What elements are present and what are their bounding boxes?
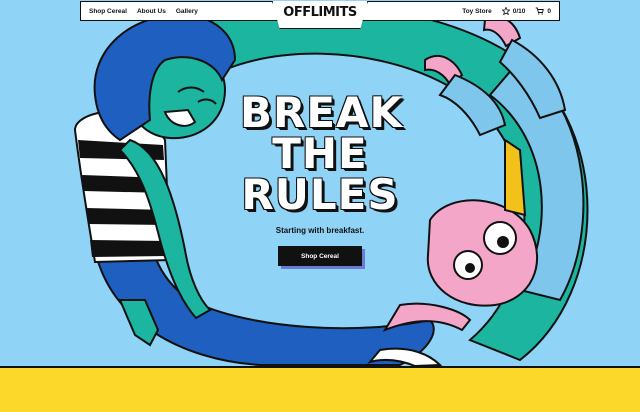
nav-gallery-link[interactable]: Gallery [176, 8, 198, 15]
logo-tab[interactable]: OFFLIMITS [272, 1, 368, 29]
brand-logo[interactable]: OFFLIMITS [283, 5, 357, 20]
shop-cereal-button[interactable]: Shop Cereal [278, 246, 362, 266]
nav-toy-store-link[interactable]: Toy Store [462, 8, 492, 15]
points-text: 0/10 [512, 7, 526, 15]
nav-utilities: Toy Store 0/10 0 [462, 7, 551, 15]
yellow-section [0, 366, 640, 412]
nav-links: Shop Cereal About Us Gallery [89, 8, 198, 15]
points-counter[interactable]: 0/10 [501, 7, 526, 15]
hero-title: BREAK THE RULES [240, 88, 404, 219]
cart-button[interactable]: 0 [535, 7, 551, 15]
nav-about-link[interactable]: About Us [137, 8, 166, 15]
cart-count: 0 [547, 7, 551, 15]
hero-title-line-1: BREAK [240, 88, 404, 137]
bunny-head [426, 199, 539, 307]
nav-shop-cereal-link[interactable]: Shop Cereal [89, 8, 127, 15]
hero-title-line-2: THE [272, 129, 368, 178]
hero-subtitle: Starting with breakfast. [275, 226, 365, 235]
hero-title-line-3: RULES [241, 170, 399, 219]
cart-icon [536, 7, 545, 15]
star-icon [501, 7, 510, 15]
